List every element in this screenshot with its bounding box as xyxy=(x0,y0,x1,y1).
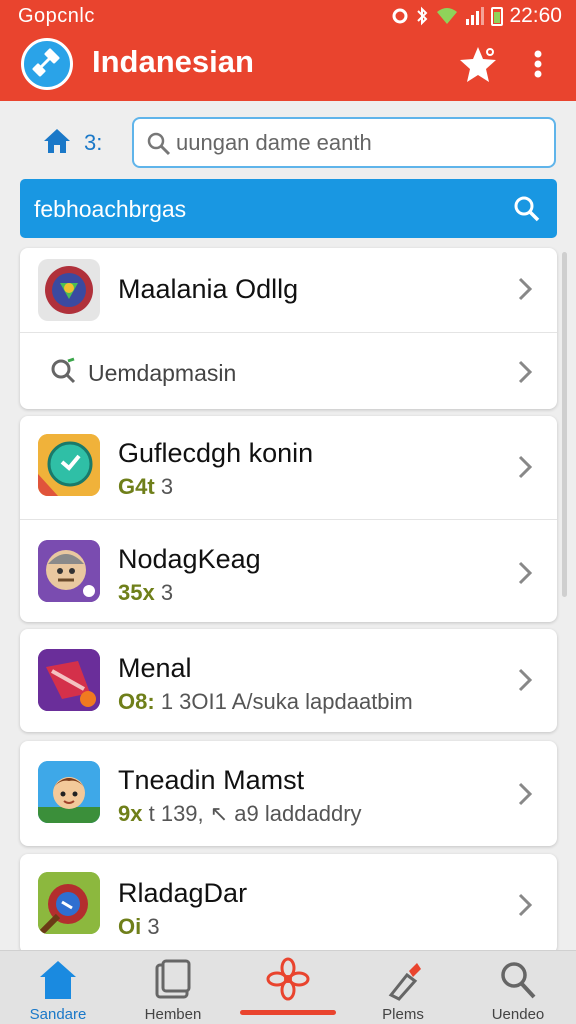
app-thumbnail xyxy=(38,761,100,823)
search-icon xyxy=(501,962,536,999)
item-title: Guflecdgh konin xyxy=(118,438,314,468)
status-icons: 22:60 xyxy=(391,4,562,28)
status-bar: Gopcnlc 22:60 xyxy=(0,0,576,32)
item-meta: G4t xyxy=(118,474,155,499)
chevron-right-icon xyxy=(518,277,533,301)
scrollbar[interactable] xyxy=(562,252,567,597)
flower-icon xyxy=(266,957,310,1001)
item-subtitle: 35x 3 xyxy=(118,580,173,606)
item-title: Tneadin Mamst xyxy=(118,765,305,795)
list-card: Menal O8: 1 3OI1 A/suka lapdaatbim xyxy=(20,629,557,732)
banner-label: febhoachbrgas xyxy=(34,196,187,222)
app-thumbnail xyxy=(38,872,100,934)
list-card: Maalania Odllg Uemdapmasin xyxy=(20,248,557,409)
search-box[interactable] xyxy=(132,117,556,168)
favorite-star-icon[interactable] xyxy=(458,44,498,84)
battery-icon xyxy=(491,7,504,26)
list-card: RladagDar Oi 3 xyxy=(20,854,557,954)
home-label: 3: xyxy=(84,130,103,155)
search-icon[interactable] xyxy=(513,195,541,223)
item-subtitle: G4t 3 xyxy=(118,474,173,500)
list-item[interactable]: Guflecdgh konin G4t 3 xyxy=(20,416,557,519)
paint-icon xyxy=(388,963,421,1001)
signal-icon xyxy=(466,7,485,25)
item-detail: 1 3OI1 A/suka lapdaatbim xyxy=(160,689,413,714)
nav-label: Sandare xyxy=(29,1006,87,1023)
list-item[interactable]: NodagKeag 35x 3 xyxy=(20,519,557,622)
clock-icon xyxy=(38,434,100,496)
category-banner[interactable]: febhoachbrgas xyxy=(20,179,557,238)
list-item[interactable]: Uemdapmasin xyxy=(20,332,557,409)
item-subtitle: O8: 1 3OI1 A/suka lapdaatbim xyxy=(118,689,413,715)
home-icon xyxy=(40,961,76,999)
nav-item-members[interactable]: Hemben xyxy=(115,951,231,1024)
search-icon xyxy=(147,132,171,156)
chevron-right-icon xyxy=(518,668,533,692)
app-logo xyxy=(21,38,73,90)
app-thumbnail xyxy=(38,649,100,711)
shield-badge-icon xyxy=(45,266,93,314)
wifi-icon xyxy=(437,8,458,24)
item-subtitle: Oi 3 xyxy=(118,914,160,940)
list-card: Guflecdgh konin G4t 3 NodagKeag 35x 3 xyxy=(20,416,557,622)
app-bar: Gopcnlc 22:60 Indanesian xyxy=(0,0,576,101)
chevron-right-icon xyxy=(518,561,533,585)
document-icon xyxy=(155,959,191,999)
item-detail: 3 xyxy=(160,580,174,605)
nav-label: Hemben xyxy=(144,1006,202,1023)
item-title: NodagKeag xyxy=(118,544,261,574)
nav-item-plems[interactable]: Plems xyxy=(345,951,461,1024)
chevron-right-icon xyxy=(518,893,533,917)
status-time: 22:60 xyxy=(509,4,562,27)
boy-avatar-icon xyxy=(38,761,100,823)
app-thumbnail xyxy=(38,434,100,496)
item-title: Menal xyxy=(118,653,192,683)
list-item[interactable]: Tneadin Mamst 9x t 139, ↖ a9 laddaddry xyxy=(20,741,557,846)
item-title: Uemdapmasin xyxy=(88,360,237,386)
arrow-game-icon xyxy=(38,649,100,711)
search-input[interactable] xyxy=(176,129,546,157)
character-face-icon xyxy=(38,540,100,602)
bluetooth-icon xyxy=(417,6,428,26)
chevron-right-icon xyxy=(518,782,533,806)
item-detail: 3 xyxy=(160,474,174,499)
nav-label: Uendeo xyxy=(491,1006,545,1023)
list-card: Tneadin Mamst 9x t 139, ↖ a9 laddaddry xyxy=(20,741,557,846)
nav-item-search[interactable]: Uendeo xyxy=(460,951,576,1024)
item-meta: 35x xyxy=(118,580,155,605)
app-thumbnail xyxy=(38,540,100,602)
wrench-icon xyxy=(32,48,60,77)
item-subtitle: 9x t 139, ↖ a9 laddaddry xyxy=(118,801,362,827)
item-meta: O8: xyxy=(118,689,155,714)
search-icon xyxy=(51,357,76,384)
nav-item-home[interactable]: Sandare xyxy=(0,951,116,1024)
nav-active-indicator xyxy=(240,1010,336,1015)
app-title: Indanesian xyxy=(92,44,254,79)
more-options-icon[interactable] xyxy=(526,46,550,82)
chevron-right-icon xyxy=(518,360,533,384)
list-item[interactable]: Menal O8: 1 3OI1 A/suka lapdaatbim xyxy=(20,629,557,732)
nav-label: Plems xyxy=(382,1006,424,1023)
item-title: RladagDar xyxy=(118,878,248,908)
item-meta: Oi xyxy=(118,914,142,939)
home-icon[interactable] xyxy=(42,126,72,156)
warrior-icon xyxy=(38,872,100,934)
settings-icon xyxy=(392,8,408,24)
status-left-text: Gopcnlc xyxy=(18,5,95,27)
item-meta: 9x xyxy=(118,801,143,826)
item-detail: t 139, ↖ a9 laddaddry xyxy=(148,801,362,826)
app-thumbnail xyxy=(38,259,100,321)
item-detail: 3 xyxy=(147,914,160,939)
list-item[interactable]: Maalania Odllg xyxy=(20,248,557,332)
chevron-right-icon xyxy=(518,455,533,479)
list-item[interactable]: RladagDar Oi 3 xyxy=(20,854,557,954)
item-title: Maalania Odllg xyxy=(118,274,299,304)
